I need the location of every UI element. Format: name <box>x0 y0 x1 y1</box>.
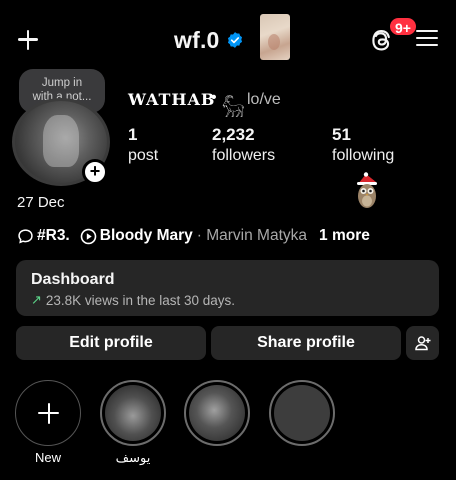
dashboard-title: Dashboard <box>31 271 115 288</box>
highlight-item[interactable] <box>184 380 250 446</box>
stat-followers[interactable]: 2,232 followers <box>212 124 275 166</box>
new-highlight-button[interactable] <box>15 380 81 446</box>
stat-following[interactable]: 51 following <box>332 124 394 166</box>
more-links-link[interactable]: 1 more <box>319 227 370 245</box>
highlight-cover <box>189 385 245 441</box>
display-name: WATHAB <box>128 90 216 109</box>
display-suffix: lo/ve <box>247 91 281 108</box>
highlight-label: New <box>34 450 61 465</box>
stat-value: 51 <box>332 125 351 144</box>
stat-label: post <box>128 147 159 164</box>
goat-glyph-icon: 𓃵 <box>222 97 245 117</box>
highlight-label: يوسف <box>115 450 151 465</box>
share-profile-button[interactable]: Share profile <box>211 326 401 360</box>
stat-value: 2,232 <box>212 125 255 144</box>
play-circle-icon <box>80 228 97 244</box>
discover-people-button[interactable] <box>406 326 439 360</box>
top-bar: wf.0 9+ <box>0 0 456 76</box>
create-plus-icon[interactable] <box>14 26 42 54</box>
trend-arrow-icon: ↗ <box>31 292 42 307</box>
highlight-cover <box>105 385 161 441</box>
edit-profile-button[interactable]: Edit profile <box>16 326 206 360</box>
stat-label: followers <box>212 147 276 164</box>
menu-icon[interactable] <box>416 28 438 48</box>
dashboard-card[interactable]: Dashboard ↗ 23.8K views in the last 30 d… <box>16 260 439 316</box>
username-switcher[interactable]: wf.0 <box>174 24 244 56</box>
notification-badge: 9+ <box>388 16 418 37</box>
dashboard-subtitle: 23.8K views in the last 30 days. <box>45 292 236 308</box>
stat-value: 1 <box>128 125 138 144</box>
song-title-link[interactable]: Bloody Mary <box>100 227 193 245</box>
stat-posts[interactable]: 1 post <box>128 124 158 166</box>
birthday-text: 27 Dec <box>17 194 65 211</box>
sticker-image <box>260 14 290 60</box>
highlight-item[interactable] <box>269 380 335 446</box>
stat-label: following <box>332 147 395 164</box>
add-person-icon <box>414 336 430 351</box>
owl-sticker-icon <box>357 172 377 208</box>
song-artist: · Marvin Matyka <box>196 227 308 244</box>
display-separator: • <box>211 89 217 106</box>
channel-link[interactable]: #R3. <box>37 227 70 245</box>
dashboard-subtitle-row: ↗ 23.8K views in the last 30 days. <box>31 292 235 308</box>
highlight-cover <box>274 385 330 441</box>
profile-links-row: #R3. Bloody Mary · Marvin Matyka 1 more <box>17 227 370 245</box>
threads-channel-icon <box>18 228 33 244</box>
verified-icon <box>227 32 242 48</box>
add-story-plus-icon[interactable]: + <box>82 159 108 185</box>
username: wf.0 <box>174 26 220 53</box>
note-line-1: Jump in <box>41 77 83 89</box>
highlight-item[interactable] <box>100 380 166 446</box>
